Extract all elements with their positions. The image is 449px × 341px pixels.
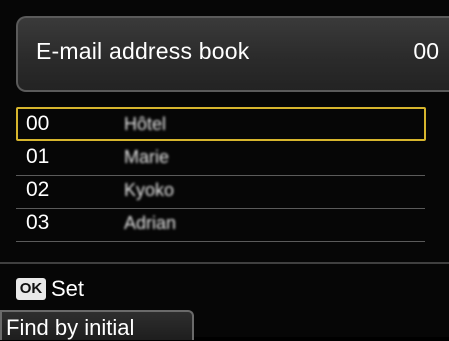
address-row[interactable]: 01 Marie (16, 143, 425, 176)
entry-name: Adrian (124, 213, 177, 233)
entry-number: 01 (26, 145, 50, 168)
find-by-initial-button[interactable]: Find by initial (0, 310, 194, 340)
address-row[interactable]: 02 Kyoko (16, 176, 425, 209)
entry-number: 03 (26, 211, 50, 234)
entry-number: 00 (26, 112, 50, 135)
find-by-initial-label: Find by initial (6, 315, 135, 340)
entry-number: 02 (26, 178, 50, 201)
entry-name: Hôtel (124, 114, 167, 134)
ok-set-label: Set (51, 276, 85, 301)
address-row[interactable]: 00 Hôtel (16, 107, 426, 141)
address-book-header: E-mail address book 00 (16, 16, 449, 92)
entry-name: Kyoko (124, 180, 175, 200)
entry-name: Marie (124, 147, 170, 167)
footer-divider (0, 262, 449, 264)
printer-screen: E-mail address book 00 00 Hôtel 01 Marie… (0, 0, 449, 340)
entry-count: 00 (413, 38, 439, 64)
ok-key-icon: OK (16, 278, 46, 300)
page-title: E-mail address book (36, 38, 250, 64)
ok-set-button[interactable]: OK Set (16, 276, 84, 302)
address-row[interactable]: 03 Adrian (16, 209, 425, 242)
